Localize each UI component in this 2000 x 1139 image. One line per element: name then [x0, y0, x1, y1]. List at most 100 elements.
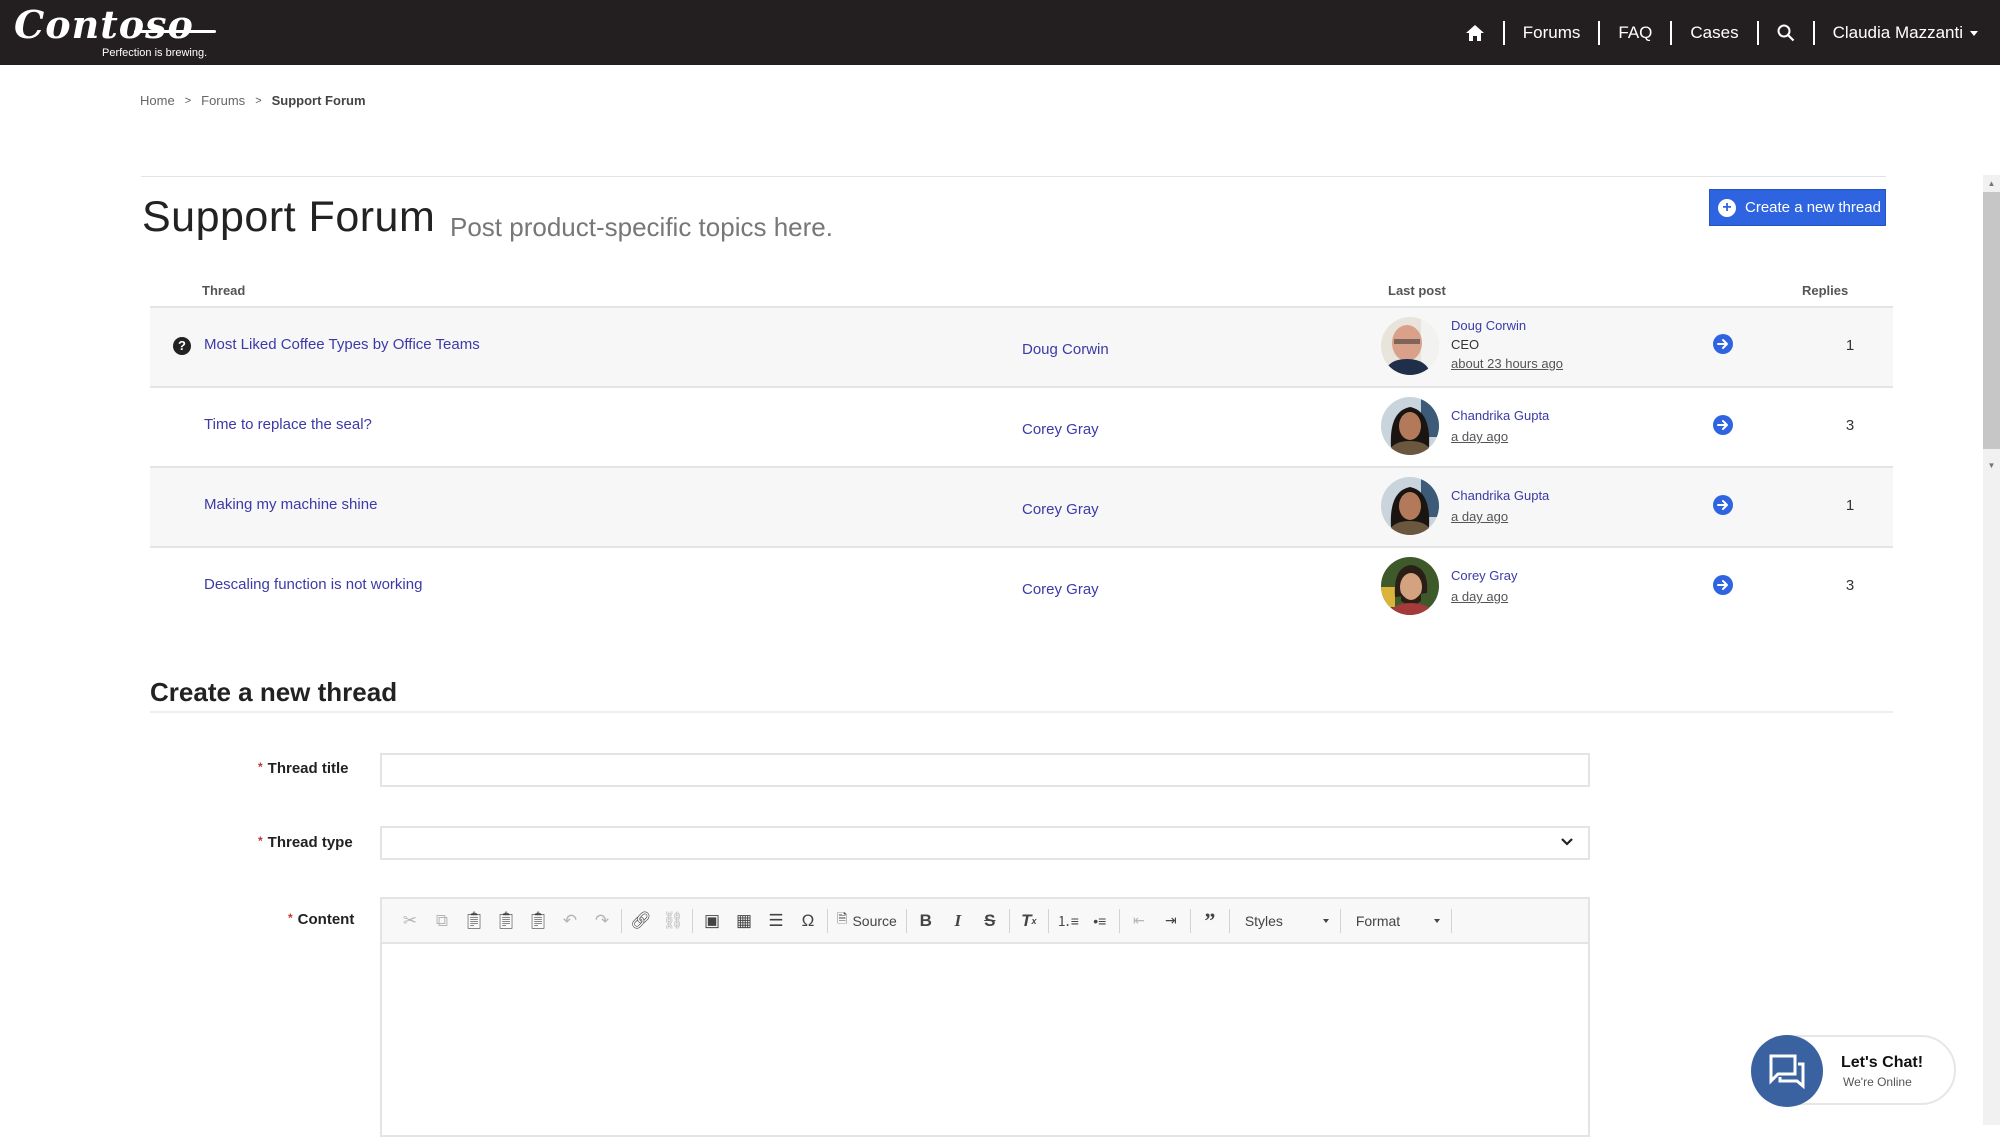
link-icon[interactable]: 🔗︎ — [625, 906, 657, 936]
blockquote-icon[interactable]: ” — [1194, 906, 1226, 936]
header-last-post: Last post — [1388, 283, 1446, 298]
caret-down-icon — [1433, 918, 1440, 923]
toolbar-separator — [1339, 908, 1341, 933]
arrow-right-circle-icon[interactable] — [1713, 575, 1733, 595]
breadcrumb: Home > Forums > Support Forum — [140, 93, 366, 108]
header-replies: Replies — [1802, 283, 1849, 298]
thread-author-link[interactable]: Corey Gray — [1022, 581, 1099, 598]
table-row: ? Most Liked Coffee Types by Office Team… — [150, 306, 1893, 386]
scroll-up-arrow[interactable]: ▲ — [1983, 175, 2000, 192]
last-post-time[interactable]: about 23 hours ago — [1451, 356, 1563, 371]
last-post-user[interactable]: Chandrika Gupta — [1451, 408, 1549, 423]
thread-title-input[interactable] — [380, 753, 1590, 787]
search-icon[interactable] — [1777, 24, 1795, 42]
thread-type-label: * Thread type — [258, 834, 353, 851]
toolbar-separator — [1450, 908, 1452, 933]
italic-icon[interactable]: I — [942, 906, 974, 936]
editor-content-area[interactable] — [382, 944, 1588, 1139]
nav-forums[interactable]: Forums — [1523, 23, 1581, 43]
table-row: Making my machine shine Corey Gray Chand… — [150, 466, 1893, 546]
reply-count: 3 — [1845, 577, 1855, 594]
nav-divider — [1756, 20, 1759, 45]
undo-icon[interactable]: ↶ — [554, 906, 586, 936]
thread-author-link[interactable]: Corey Gray — [1022, 501, 1099, 518]
thread-title-link[interactable]: Descaling function is not working — [204, 576, 422, 593]
bulleted-list-icon[interactable]: •≡ — [1084, 906, 1116, 936]
caret-down-icon — [1322, 918, 1329, 923]
redo-icon[interactable]: ↷ — [586, 906, 618, 936]
nav-cases[interactable]: Cases — [1690, 23, 1738, 43]
thread-author-link[interactable]: Doug Corwin — [1022, 341, 1109, 358]
reply-count: 1 — [1845, 337, 1855, 354]
last-post-time[interactable]: a day ago — [1451, 429, 1508, 444]
unlink-icon[interactable]: ⛓ — [657, 906, 689, 936]
chat-title: Let's Chat! — [1841, 1054, 1924, 1071]
avatar[interactable] — [1381, 557, 1439, 615]
special-character-icon[interactable]: Ω — [792, 906, 824, 936]
table-icon[interactable]: ▦ — [728, 906, 760, 936]
required-marker: * — [288, 911, 293, 925]
scrollbar[interactable]: ▲ ▼ — [1983, 175, 2000, 1125]
breadcrumb-home[interactable]: Home — [140, 93, 175, 108]
chat-widget[interactable]: Let's Chat! We're Online — [1751, 1035, 1956, 1107]
thread-type-select[interactable] — [380, 826, 1590, 860]
section-divider — [150, 711, 1893, 713]
horizontal-line-icon[interactable]: ☰ — [760, 906, 792, 936]
main-nav: Forums FAQ Cases Claudia Mazzanti — [1465, 0, 1978, 65]
reply-count: 3 — [1845, 417, 1855, 434]
paste-text-icon[interactable]: 📋︎ — [490, 906, 522, 936]
last-post-user[interactable]: Chandrika Gupta — [1451, 488, 1549, 503]
arrow-right-circle-icon[interactable] — [1713, 415, 1733, 435]
outdent-icon[interactable]: ⇤ — [1123, 906, 1155, 936]
contoso-logo[interactable]: Contoso Perfection is brewing. — [14, 2, 216, 62]
avatar[interactable] — [1381, 397, 1439, 455]
toolbar-separator — [827, 908, 828, 933]
thread-title-link[interactable]: Making my machine shine — [204, 496, 377, 513]
user-name: Claudia Mazzanti — [1832, 22, 1963, 42]
format-dropdown[interactable]: Format — [1344, 906, 1448, 936]
styles-dropdown[interactable]: Styles — [1233, 906, 1337, 936]
last-post-time[interactable]: a day ago — [1451, 589, 1508, 604]
plus-circle-icon: + — [1718, 198, 1736, 217]
logo-tagline: Perfection is brewing. — [102, 47, 208, 59]
user-menu[interactable]: Claudia Mazzanti — [1833, 23, 1978, 43]
image-icon[interactable]: ▣ — [696, 906, 728, 936]
copy-icon[interactable]: ⧉ — [426, 906, 458, 936]
chat-bubble-icon — [1751, 1035, 1823, 1107]
avatar[interactable] — [1381, 477, 1439, 535]
create-thread-button[interactable]: + Create a new thread — [1709, 189, 1886, 226]
toolbar-separator — [692, 908, 693, 933]
caret-down-icon — [1970, 30, 1978, 36]
remove-format-icon[interactable]: Tx — [1013, 906, 1045, 936]
breadcrumb-forums[interactable]: Forums — [201, 93, 245, 108]
bold-icon[interactable]: B — [910, 906, 942, 936]
arrow-right-circle-icon[interactable] — [1713, 495, 1733, 515]
strikethrough-icon[interactable]: S — [974, 906, 1006, 936]
cut-icon[interactable]: ✂ — [394, 906, 426, 936]
home-icon[interactable] — [1465, 24, 1485, 42]
thread-title-link[interactable]: Most Liked Coffee Types by Office Teams — [204, 336, 480, 353]
nav-faq[interactable]: FAQ — [1618, 23, 1652, 43]
numbered-list-icon[interactable]: ⒈≡ — [1052, 906, 1084, 936]
toolbar-separator — [1118, 908, 1120, 933]
scrollbar-thumb[interactable] — [1983, 192, 2000, 449]
last-post-user[interactable]: Corey Gray — [1451, 568, 1517, 583]
logo-swash — [134, 30, 216, 33]
source-button[interactable]: 🗎︎ Source — [831, 910, 903, 932]
thread-author-link[interactable]: Corey Gray — [1022, 421, 1099, 438]
paste-from-word-icon[interactable]: 📋︎ — [522, 906, 554, 936]
thread-title-link[interactable]: Time to replace the seal? — [204, 416, 372, 433]
arrow-right-circle-icon[interactable] — [1713, 334, 1733, 354]
toolbar-separator — [1047, 908, 1049, 933]
title-divider — [141, 176, 1886, 177]
last-post-time[interactable]: a day ago — [1451, 509, 1508, 524]
last-post-user[interactable]: Doug Corwin — [1451, 318, 1526, 333]
paste-icon[interactable]: 📋︎ — [458, 906, 490, 936]
label-text: Thread type — [267, 834, 353, 851]
scroll-down-arrow[interactable]: ▼ — [1983, 457, 2000, 474]
thread-title-label: * Thread title — [258, 760, 349, 777]
avatar[interactable] — [1381, 317, 1439, 375]
indent-icon[interactable]: ⇥ — [1155, 906, 1187, 936]
nav-divider — [1670, 20, 1673, 45]
source-icon: 🗎︎ — [837, 910, 848, 926]
